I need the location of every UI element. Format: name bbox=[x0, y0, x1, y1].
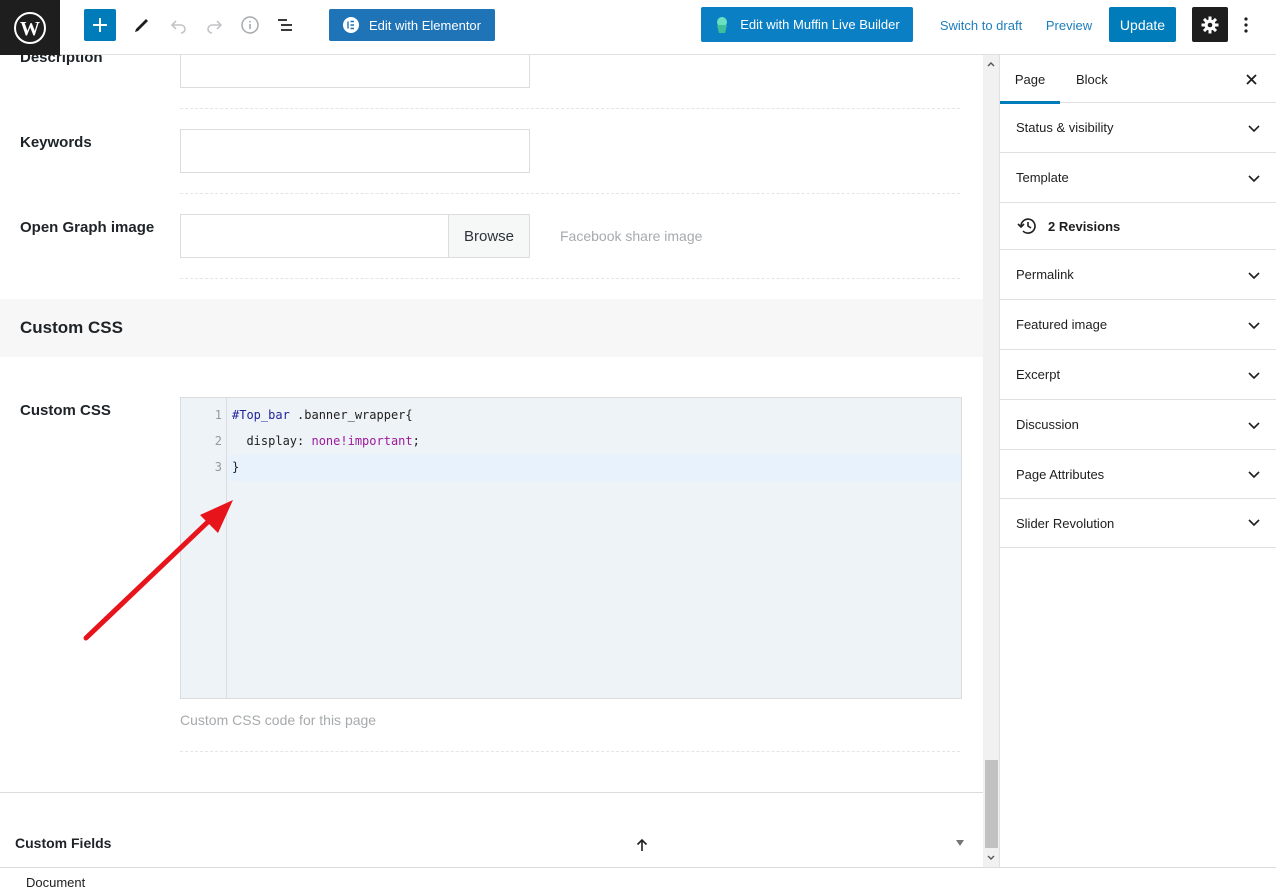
panel-title: Featured image bbox=[1016, 317, 1108, 332]
muffin-label: Edit with Muffin Live Builder bbox=[740, 17, 900, 32]
more-vertical-icon bbox=[1244, 17, 1248, 33]
panel-page-attributes[interactable]: Page Attributes bbox=[1000, 450, 1276, 499]
redo-button[interactable] bbox=[202, 13, 226, 37]
panel-title: Template bbox=[1016, 170, 1069, 185]
chevron-down-icon bbox=[1248, 321, 1260, 329]
details-button[interactable] bbox=[238, 13, 262, 37]
settings-button[interactable] bbox=[1192, 7, 1228, 42]
annotation-arrow bbox=[83, 500, 233, 641]
chevron-down-icon bbox=[1248, 519, 1260, 527]
custom-fields-panel[interactable]: Custom Fields bbox=[15, 835, 111, 851]
svg-text:W: W bbox=[20, 18, 40, 40]
sidebar-tabs: Page Block bbox=[1000, 55, 1276, 104]
panel-title: Status & visibility bbox=[1016, 120, 1114, 135]
tab-block[interactable]: Block bbox=[1076, 55, 1110, 103]
settings-sidebar: Page Block Status & visibility Template … bbox=[999, 55, 1276, 867]
scrollbar-thumb[interactable] bbox=[985, 760, 998, 848]
edit-with-elementor-button[interactable]: Edit with Elementor bbox=[329, 9, 495, 41]
panel-template[interactable]: Template bbox=[1000, 153, 1276, 203]
history-icon bbox=[1017, 218, 1036, 234]
edit-with-muffin-button[interactable]: Edit with Muffin Live Builder bbox=[701, 7, 913, 42]
wordpress-logo-icon[interactable]: W bbox=[0, 0, 60, 55]
panel-excerpt[interactable]: Excerpt bbox=[1000, 350, 1276, 400]
redo-icon bbox=[207, 20, 223, 34]
elementor-icon bbox=[343, 17, 359, 33]
meta-box-divider bbox=[0, 792, 983, 793]
chevron-down-icon bbox=[1248, 124, 1260, 132]
undo-icon bbox=[170, 20, 186, 34]
panel-title: Excerpt bbox=[1016, 367, 1061, 382]
list-view-icon bbox=[278, 19, 292, 31]
chevron-down-icon bbox=[1248, 271, 1260, 279]
add-block-button[interactable] bbox=[84, 9, 116, 41]
content-scrollbar[interactable] bbox=[983, 55, 999, 867]
tools-button[interactable] bbox=[130, 13, 154, 37]
switch-to-draft-button[interactable]: Switch to draft bbox=[939, 9, 1023, 41]
scroll-up-icon[interactable] bbox=[986, 59, 996, 69]
elementor-label: Edit with Elementor bbox=[369, 17, 481, 33]
undo-button[interactable] bbox=[167, 13, 191, 37]
close-icon[interactable] bbox=[1246, 74, 1257, 85]
info-icon bbox=[241, 16, 259, 34]
chevron-down-icon bbox=[1248, 471, 1260, 479]
chevron-down-icon bbox=[1248, 371, 1260, 379]
panel-title: Page Attributes bbox=[1016, 466, 1105, 482]
chevron-down-icon bbox=[1248, 174, 1260, 182]
breadcrumb-document[interactable]: Document bbox=[26, 875, 85, 889]
panel-status-visibility[interactable]: Status & visibility bbox=[1000, 103, 1276, 153]
update-button[interactable]: Update bbox=[1109, 7, 1176, 42]
editor-toolbar: W Edit with Elementor Edit with Muffin L… bbox=[0, 0, 1276, 55]
preview-button[interactable]: Preview bbox=[1046, 9, 1092, 41]
pencil-icon bbox=[135, 19, 148, 32]
list-view-button[interactable] bbox=[273, 13, 297, 37]
panel-featured-image[interactable]: Featured image bbox=[1000, 300, 1276, 350]
muffin-icon bbox=[717, 16, 728, 33]
panel-title: Permalink bbox=[1016, 267, 1074, 282]
editor-content: Description Keywords Open Graph image Br… bbox=[0, 55, 983, 867]
panel-discussion[interactable]: Discussion bbox=[1000, 400, 1276, 450]
gear-icon bbox=[1201, 16, 1219, 33]
revisions-link: 2 Revisions bbox=[1048, 218, 1121, 234]
panel-revisions[interactable]: 2 Revisions bbox=[1000, 203, 1276, 250]
tab-page[interactable]: Page bbox=[1000, 55, 1060, 104]
arrow-up-icon[interactable] bbox=[636, 838, 648, 852]
panel-title: Slider Revolution bbox=[1016, 515, 1115, 531]
scroll-down-icon[interactable] bbox=[986, 853, 996, 863]
panel-title: Discussion bbox=[1016, 417, 1079, 432]
more-options-button[interactable] bbox=[1234, 9, 1258, 41]
plus-icon bbox=[93, 18, 107, 32]
chevron-down-icon bbox=[1248, 421, 1260, 429]
editor-footer: Document bbox=[0, 867, 1276, 889]
panel-slider-revolution[interactable]: Slider Revolution bbox=[1000, 499, 1276, 548]
panel-permalink[interactable]: Permalink bbox=[1000, 250, 1276, 300]
caret-down-icon[interactable] bbox=[955, 839, 965, 847]
